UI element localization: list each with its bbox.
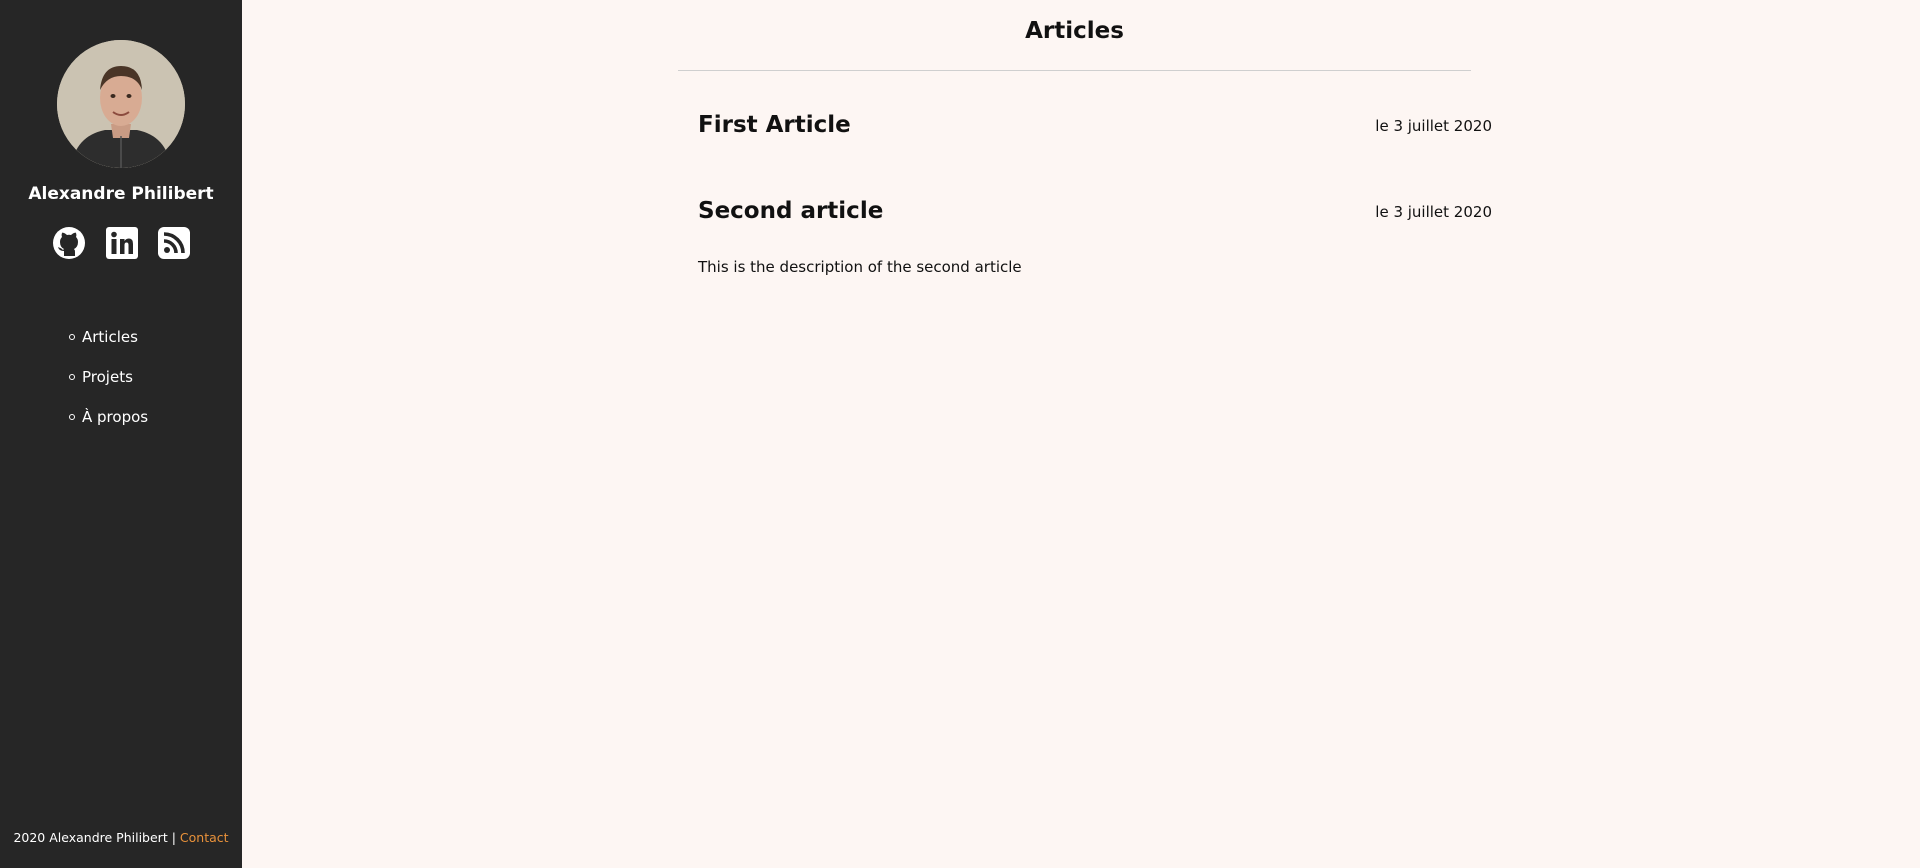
github-link[interactable]: [52, 226, 86, 260]
article-description: This is the description of the second ar…: [698, 258, 1022, 276]
article-title[interactable]: First Article: [698, 112, 851, 138]
nav-item-a-propos[interactable]: À propos: [69, 406, 148, 428]
article-title[interactable]: Second article: [698, 198, 883, 224]
rss-link[interactable]: [157, 226, 191, 260]
nav-item-projets[interactable]: Projets: [69, 366, 133, 388]
contact-link[interactable]: Contact: [180, 830, 229, 845]
github-icon: [53, 227, 85, 259]
footer-copyright: 2020 Alexandre Philibert |: [13, 830, 180, 845]
bullet-icon: [69, 334, 75, 340]
bullet-icon: [69, 414, 75, 420]
title-divider: [678, 70, 1471, 71]
nav-item-articles[interactable]: Articles: [69, 326, 138, 348]
sidebar-footer: 2020 Alexandre Philibert | Contact: [0, 830, 242, 845]
article-date: le 3 juillet 2020: [1375, 117, 1492, 135]
bullet-icon: [69, 374, 75, 380]
avatar-photo: [57, 40, 185, 168]
nav-item-label: À propos: [82, 408, 149, 426]
nav-item-label: Projets: [82, 368, 133, 386]
rss-icon: [158, 227, 190, 259]
article-date: le 3 juillet 2020: [1375, 203, 1492, 221]
social-links: [52, 226, 192, 262]
nav-item-label: Articles: [82, 328, 138, 346]
linkedin-icon: [106, 227, 138, 259]
author-name: Alexandre Philibert: [28, 184, 214, 204]
linkedin-link[interactable]: [105, 226, 139, 260]
sidebar: Alexandre Philibert Articles Projets À p…: [0, 0, 242, 868]
page-title: Articles: [1025, 18, 1124, 44]
avatar: [57, 40, 185, 168]
